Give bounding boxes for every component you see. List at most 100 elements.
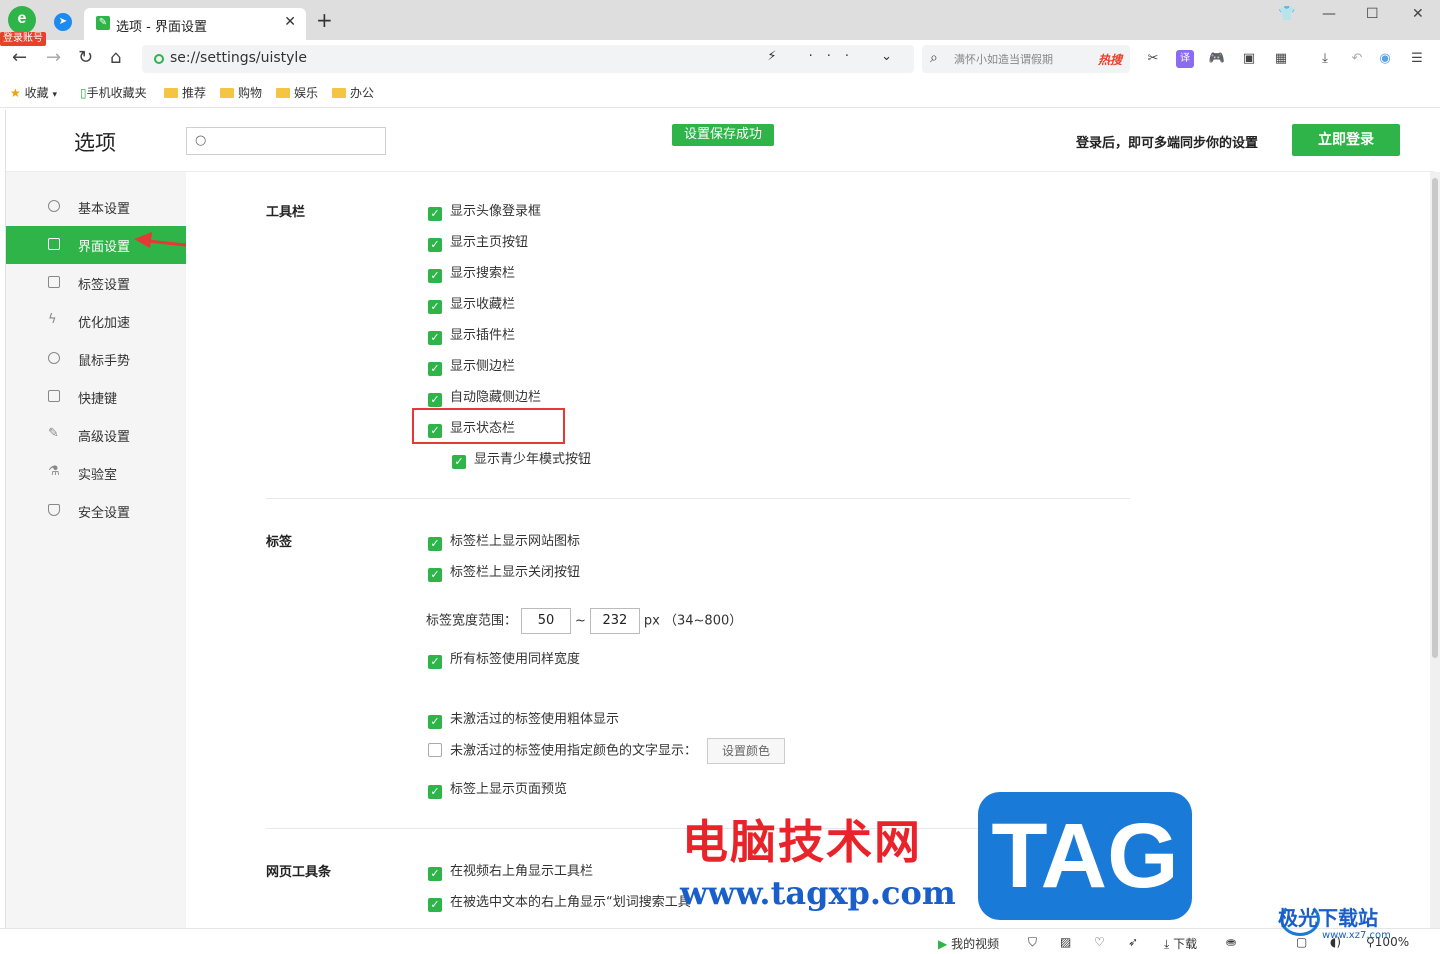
scrollbar[interactable] — [1430, 172, 1440, 928]
sidebar-item-shortcuts[interactable]: 快捷键 — [6, 378, 186, 416]
wrench-icon: ✎ — [48, 426, 59, 441]
search-box[interactable]: ⌕ 满怀小如造当谓假期 热搜 — [922, 45, 1130, 73]
bookmark-folder[interactable]: 娱乐 — [276, 84, 318, 101]
menu-icon[interactable]: ☰ — [1408, 50, 1426, 68]
close-window-icon[interactable]: ✕ — [1412, 6, 1424, 22]
search-icon: ○ — [195, 133, 207, 148]
option-tab-close-button[interactable]: ✓ 标签栏上显示关闭按钮 — [428, 561, 580, 582]
undo-icon[interactable]: ↶ — [1348, 50, 1366, 68]
scroll-thumb[interactable] — [1432, 178, 1438, 658]
bookmark-mobile[interactable]: ▯手机收藏夹 — [80, 84, 147, 101]
option-show-favorites[interactable]: ✓ 显示收藏栏 — [428, 293, 515, 314]
image-icon[interactable]: ▨ — [1060, 935, 1071, 949]
section-divider — [266, 498, 1130, 499]
skin-icon[interactable]: 👕 — [1278, 6, 1295, 22]
checkbox-checked-icon[interactable]: ✓ — [428, 655, 442, 669]
sidebar-item-gestures[interactable]: 鼠标手势 — [6, 340, 186, 378]
maximize-icon[interactable]: ☐ — [1366, 6, 1379, 22]
sidebar-item-advanced[interactable]: ✎ 高级设置 — [6, 416, 186, 454]
download-button[interactable]: ⤓ 下载 — [1164, 935, 1197, 952]
hot-search-badge[interactable]: 热搜 — [1098, 51, 1122, 68]
forward-icon[interactable]: → — [46, 48, 61, 68]
keyboard-icon — [48, 390, 60, 402]
checkbox-checked-icon[interactable]: ✓ — [428, 393, 442, 407]
new-tab-icon[interactable]: + — [316, 10, 333, 30]
sidebar-item-tabs[interactable]: 标签设置 — [6, 264, 186, 302]
translate-icon[interactable]: 译 — [1176, 50, 1194, 68]
checkbox-checked-icon[interactable]: ✓ — [428, 269, 442, 283]
apps-grid-icon[interactable]: ▦ — [1272, 50, 1290, 68]
sidebar-item-lab[interactable]: ⚗ 实验室 — [6, 454, 186, 492]
checkbox-unchecked-icon[interactable] — [428, 742, 442, 757]
address-tools[interactable]: ⚡ ··· ⌄ — [767, 49, 906, 64]
search-input[interactable]: 满怀小如造当谓假期 — [954, 51, 1053, 67]
reader-icon[interactable]: ▣ — [1240, 50, 1258, 68]
folder-icon — [276, 88, 290, 98]
checkbox-checked-icon[interactable]: ✓ — [428, 331, 442, 345]
send-icon[interactable]: ➤ — [54, 13, 72, 31]
option-tab-color-unvisited[interactable]: 未激活过的标签使用指定颜色的文字显示： 设置颜色 — [428, 738, 786, 766]
shield-icon — [48, 504, 60, 516]
option-video-toolbar[interactable]: ✓ 在视频右上角显示工具栏 — [428, 860, 593, 881]
game-icon[interactable]: 🎮 — [1208, 50, 1226, 68]
option-show-search[interactable]: ✓ 显示搜索栏 — [428, 262, 515, 283]
option-show-teen-mode[interactable]: ✓ 显示青少年模式按钮 — [452, 448, 591, 469]
checkbox-checked-icon[interactable]: ✓ — [428, 537, 442, 551]
tab-active[interactable]: ✎ 选项 - 界面设置 ✕ — [84, 8, 306, 40]
checkbox-checked-icon[interactable]: ✓ — [428, 300, 442, 314]
option-show-plugins[interactable]: ✓ 显示插件栏 — [428, 324, 515, 345]
avatar-icon[interactable]: ◉ — [1376, 50, 1394, 68]
checkbox-checked-icon[interactable]: ✓ — [428, 715, 442, 729]
bookmark-favorites[interactable]: ★ 收藏 ▾ — [10, 84, 57, 101]
tab-width-min-input[interactable]: 50 — [521, 608, 572, 634]
checkbox-checked-icon[interactable]: ✓ — [452, 455, 466, 469]
shield-icon[interactable]: ⛉ — [1028, 935, 1037, 950]
download-icon[interactable]: ⤓ — [1316, 50, 1334, 68]
settings-header: 选项 ○ 设置保存成功 登录后，即可多端同步你的设置 立即登录 — [6, 110, 1434, 172]
checkbox-checked-icon[interactable]: ✓ — [428, 568, 442, 582]
login-badge[interactable]: 登录账号 — [0, 32, 46, 46]
heart-icon[interactable]: ♡ — [1094, 935, 1105, 949]
sidebar-item-basic[interactable]: 基本设置 — [6, 188, 186, 226]
checkbox-checked-icon[interactable]: ✓ — [428, 238, 442, 252]
option-tab-same-width[interactable]: ✓ 所有标签使用同样宽度 — [428, 648, 580, 669]
page-title: 选项 — [74, 131, 116, 155]
rocket-icon[interactable]: ➶ — [1128, 935, 1138, 949]
checkbox-checked-icon[interactable]: ✓ — [428, 867, 442, 881]
wrench-icon: ✎ — [96, 16, 110, 30]
home-icon[interactable]: ⌂ — [110, 48, 121, 68]
back-icon[interactable]: ← — [12, 48, 27, 68]
incognito-icon[interactable]: ⛂ — [1226, 935, 1236, 949]
checkbox-checked-icon[interactable]: ✓ — [428, 207, 442, 221]
browser-window: e 登录账号 ➤ ✎ 选项 - 界面设置 ✕ + 👕 — ☐ ✕ ← → ↻ ⌂… — [0, 0, 1440, 954]
settings-search-input[interactable]: ○ — [186, 127, 386, 155]
checkbox-checked-icon[interactable]: ✓ — [428, 898, 442, 912]
option-tab-favicon[interactable]: ✓ 标签栏上显示网站图标 — [428, 530, 580, 551]
reload-icon[interactable]: ↻ — [78, 48, 93, 68]
option-selection-search[interactable]: ✓ 在被选中文本的右上角显示“划词搜索工具 — [428, 891, 691, 912]
bookmark-folder[interactable]: 推荐 — [164, 84, 206, 101]
option-tab-bold-unvisited[interactable]: ✓ 未激活过的标签使用粗体显示 — [428, 708, 619, 729]
tab-close-icon[interactable]: ✕ — [284, 14, 296, 30]
browser-logo-icon[interactable]: e — [8, 6, 36, 34]
set-color-button[interactable]: 设置颜色 — [707, 738, 786, 764]
bookmark-folder[interactable]: 办公 — [332, 84, 374, 101]
login-button[interactable]: 立即登录 — [1292, 124, 1400, 156]
option-show-avatar[interactable]: ✓ 显示头像登录框 — [428, 200, 541, 221]
option-autohide-sidebar[interactable]: ✓ 自动隐藏侧边栏 — [428, 386, 541, 407]
checkbox-checked-icon[interactable]: ✓ — [428, 362, 442, 376]
scissors-icon[interactable]: ✂ — [1144, 50, 1162, 68]
minimize-icon[interactable]: — — [1322, 6, 1336, 22]
option-tab-preview[interactable]: ✓ 标签上显示页面预览 — [428, 778, 567, 799]
sidebar-item-speed[interactable]: ϟ 优化加速 — [6, 302, 186, 340]
bookmark-folder[interactable]: 购物 — [220, 84, 262, 101]
url-text[interactable]: se://settings/uistyle — [170, 50, 307, 66]
option-show-sidebar[interactable]: ✓ 显示侧边栏 — [428, 355, 515, 376]
checkbox-checked-icon[interactable]: ✓ — [428, 785, 442, 799]
my-video-button[interactable]: ▶ 我的视频 — [938, 935, 999, 952]
address-bar[interactable]: se://settings/uistyle ⚡ ··· ⌄ — [142, 45, 914, 73]
tab-width-max-input[interactable]: 232 — [589, 608, 640, 634]
option-show-home[interactable]: ✓ 显示主页按钮 — [428, 231, 528, 252]
window-icon[interactable]: ▢ — [1296, 935, 1307, 949]
sidebar-item-security[interactable]: 安全设置 — [6, 492, 186, 530]
